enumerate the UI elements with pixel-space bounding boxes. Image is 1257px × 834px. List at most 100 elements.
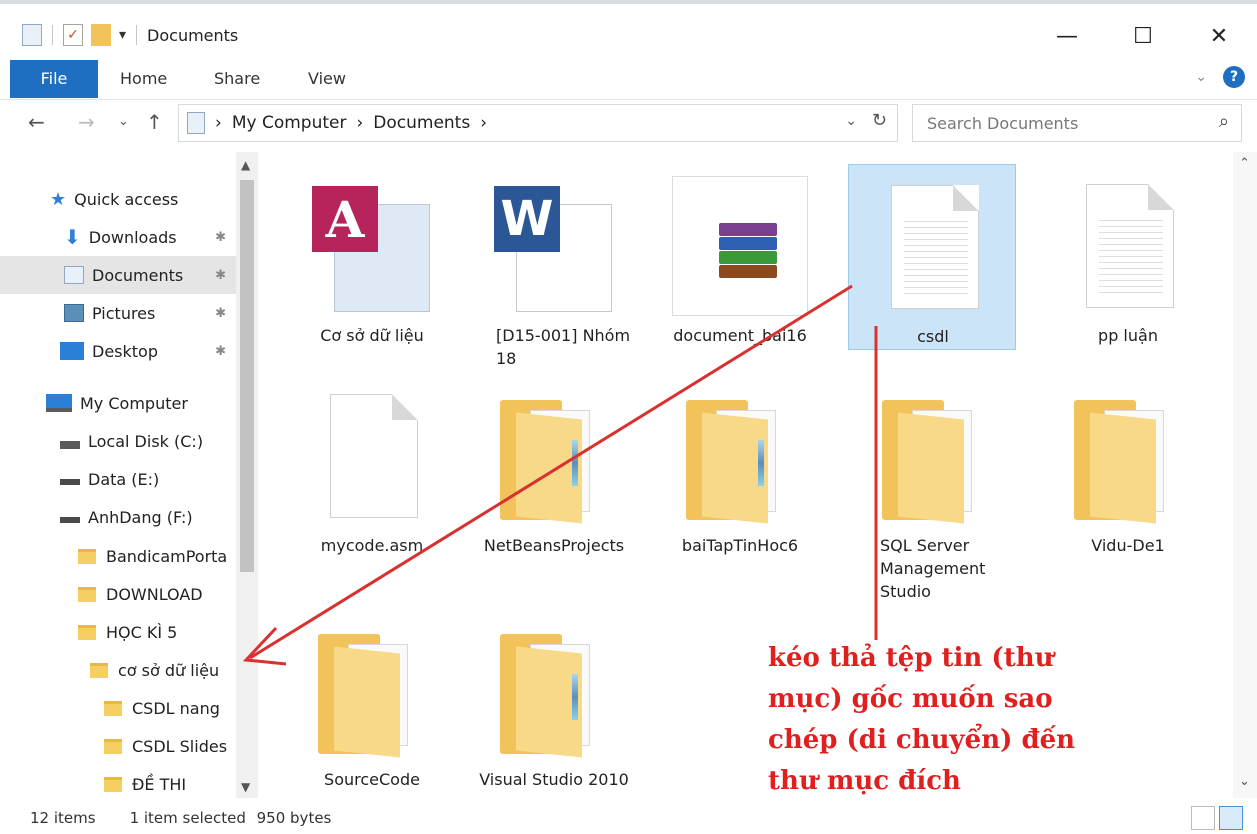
nav-folder[interactable]: CSDL Slides xyxy=(104,727,227,765)
nav-folder[interactable]: HỌC KÌ 5 xyxy=(78,613,177,651)
nav-item-pictures[interactable]: Pictures ✱ xyxy=(0,294,236,332)
properties-icon[interactable] xyxy=(22,24,42,46)
file-thumbnail xyxy=(672,176,808,316)
nav-item-documents[interactable]: Documents ✱ xyxy=(0,256,236,294)
nav-label: Pictures xyxy=(92,303,156,323)
nav-folder[interactable]: cơ sở dữ liệu xyxy=(90,651,219,689)
nav-label: CSDL Slides xyxy=(132,736,228,756)
scroll-down-icon[interactable]: ⌄ xyxy=(1239,774,1250,789)
breadcrumb-my-computer[interactable]: My Computer xyxy=(232,113,347,133)
pin-icon[interactable]: ✱ xyxy=(215,268,226,283)
text-document-icon xyxy=(891,185,979,309)
nav-item-downloads[interactable]: ⬇ Downloads ✱ xyxy=(0,218,236,256)
pin-icon[interactable]: ✱ xyxy=(215,344,226,359)
tab-file[interactable]: File xyxy=(10,60,98,98)
text-document-icon xyxy=(1086,184,1174,308)
nav-scrollbar[interactable]: ▲ ▼ xyxy=(236,152,258,798)
folder-icon xyxy=(318,634,426,758)
folder-icon xyxy=(104,776,122,792)
navigation-pane: ★ Quick access ⬇ Downloads ✱ Documents ✱… xyxy=(0,152,258,798)
drive-icon xyxy=(60,479,80,485)
maximize-button[interactable]: ☐ xyxy=(1105,14,1181,58)
nav-label: AnhDang (F:) xyxy=(88,507,193,527)
search-input[interactable]: Search Documents ⌕ xyxy=(912,104,1242,142)
large-icons-view-icon[interactable] xyxy=(1219,806,1243,830)
file-item-selected[interactable]: csdl xyxy=(848,164,1016,350)
folder-item[interactable]: SourceCode xyxy=(282,608,462,798)
nav-item-desktop[interactable]: Desktop ✱ xyxy=(0,332,236,370)
nav-label: cơ sở dữ liệu xyxy=(118,660,220,680)
customize-toolbar-icon[interactable]: ▾ xyxy=(119,27,126,43)
file-thumbnail: A xyxy=(304,176,440,316)
folder-name: NetBeansProjects xyxy=(483,536,625,555)
minimize-button[interactable]: — xyxy=(1029,14,1105,58)
annotation-line: chép (di chuyển) đến xyxy=(768,725,1076,755)
folder-item[interactable]: baiTapTinHoc6 xyxy=(650,374,830,574)
selection-size: 950 bytes xyxy=(256,809,332,827)
folder-icon xyxy=(882,400,990,524)
file-item[interactable]: mycode.asm xyxy=(282,374,462,574)
content-scrollbar[interactable]: ⌃ ⌄ xyxy=(1233,152,1257,798)
scroll-up-icon[interactable]: ▲ xyxy=(241,158,250,172)
details-view-icon[interactable] xyxy=(1191,806,1215,830)
folder-icon xyxy=(686,400,794,524)
nav-drive-f[interactable]: AnhDang (F:) xyxy=(60,498,193,536)
tab-home[interactable]: Home xyxy=(120,60,167,98)
title-bar: ✓ ▾ Documents — ☐ ✕ xyxy=(0,0,1257,52)
chevron-right-icon: › xyxy=(215,113,222,133)
nav-quick-access[interactable]: ★ Quick access xyxy=(50,180,178,218)
folder-item[interactable]: Vidu-De1 xyxy=(1038,374,1218,574)
nav-drive-e[interactable]: Data (E:) xyxy=(60,460,159,498)
back-icon[interactable]: ← xyxy=(28,110,45,134)
ribbon: File Home Share View ⌄ ? xyxy=(0,56,1257,100)
forward-icon[interactable]: → xyxy=(78,110,95,134)
new-folder-icon[interactable] xyxy=(91,24,111,46)
folder-item[interactable]: SQL Server Management Studio xyxy=(846,374,1026,601)
folder-thumbnail xyxy=(486,386,622,526)
folder-name: SQL Server Management Studio xyxy=(880,536,986,601)
folder-icon xyxy=(78,586,96,602)
annotation-line: kéo thả tệp tin (thư xyxy=(768,643,1054,673)
nav-folder[interactable]: BandicamPorta xyxy=(78,537,227,575)
folder-thumbnail xyxy=(868,386,1004,526)
search-icon[interactable]: ⌕ xyxy=(1219,111,1229,132)
search-placeholder: Search Documents xyxy=(927,113,1079,133)
refresh-icon[interactable]: ↻ xyxy=(872,110,887,131)
help-icon[interactable]: ? xyxy=(1223,66,1245,88)
breadcrumb-documents[interactable]: Documents xyxy=(373,113,470,133)
tab-view[interactable]: View xyxy=(308,60,346,98)
scroll-up-icon[interactable]: ⌃ xyxy=(1239,156,1250,171)
computer-icon xyxy=(46,394,72,412)
chevron-right-icon: › xyxy=(356,113,364,133)
folder-item[interactable]: NetBeansProjects xyxy=(464,374,644,574)
chevron-right-icon[interactable]: › xyxy=(480,113,487,133)
nav-folder[interactable]: ĐỀ THI xyxy=(104,765,186,798)
folder-name: baiTapTinHoc6 xyxy=(681,536,799,555)
nav-label: Data (E:) xyxy=(88,469,160,489)
pin-icon[interactable]: ✱ xyxy=(215,230,226,245)
nav-folder[interactable]: DOWNLOAD xyxy=(78,575,203,613)
address-history-icon[interactable]: ⌄ xyxy=(845,113,857,129)
nav-drive-c[interactable]: Local Disk (C:) xyxy=(60,422,203,460)
address-bar[interactable]: › My Computer › Documents › ⌄ ↻ xyxy=(178,104,898,142)
file-item[interactable]: document_bai16 xyxy=(650,164,830,364)
pin-icon[interactable]: ✱ xyxy=(215,306,226,321)
file-item[interactable]: pp luận xyxy=(1038,164,1218,364)
recent-locations-icon[interactable]: ⌄ xyxy=(118,114,129,129)
file-item[interactable]: W [D15-001] Nhóm 18 xyxy=(464,164,644,368)
folder-item[interactable]: Visual Studio 2010 xyxy=(464,608,644,798)
item-count: 12 items xyxy=(30,809,96,827)
tab-share[interactable]: Share xyxy=(214,60,260,98)
folder-icon xyxy=(104,700,122,716)
nav-my-computer[interactable]: My Computer xyxy=(46,384,188,422)
folder-icon xyxy=(500,400,608,524)
up-icon[interactable]: ↑ xyxy=(146,110,163,134)
navigation-bar: ← → ⌄ ↑ › My Computer › Documents › ⌄ ↻ … xyxy=(0,104,1257,144)
expand-ribbon-icon[interactable]: ⌄ xyxy=(1195,69,1207,85)
checkmark-icon[interactable]: ✓ xyxy=(63,24,83,46)
scrollbar-thumb[interactable] xyxy=(240,180,254,572)
nav-folder[interactable]: CSDL nang xyxy=(104,689,220,727)
scroll-down-icon[interactable]: ▼ xyxy=(241,780,250,794)
file-item[interactable]: A Cơ sở dữ liệu xyxy=(282,164,462,364)
close-button[interactable]: ✕ xyxy=(1181,14,1257,58)
